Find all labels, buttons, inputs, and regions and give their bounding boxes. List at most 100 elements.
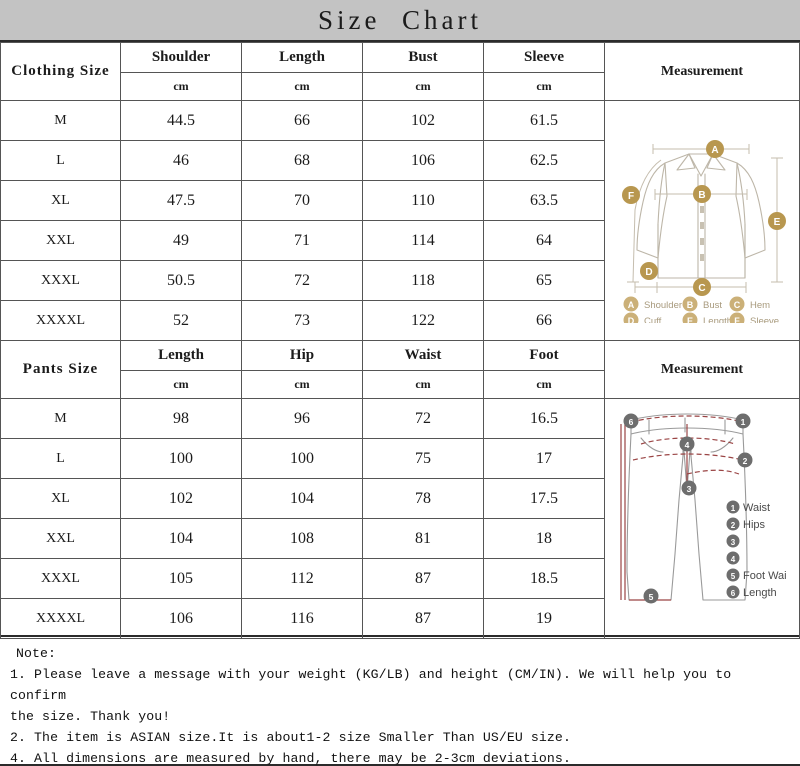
- pants-unit-length: cm: [120, 370, 242, 399]
- clothing-header-row: Clothing Size Shoulder Length Bust Sleev…: [0, 42, 800, 101]
- clothing-size-l: L: [0, 140, 121, 181]
- clothing-xxxxl-bust: 122: [362, 300, 484, 341]
- svg-text:E: E: [774, 217, 781, 228]
- pants-size-xxxxl: XXXXL: [0, 598, 121, 639]
- size-chart-sheet: Size Chart Clothing Size Shoulder Length…: [0, 0, 800, 766]
- pants-unit-foot: cm: [483, 370, 605, 399]
- clothing-measurement-label: Measurement: [604, 42, 800, 101]
- shirt-diagram-markers: A B C D E F: [622, 140, 786, 296]
- clothing-col-shoulder: Shoulder: [120, 42, 242, 73]
- svg-text:F: F: [734, 316, 740, 323]
- pants-measurement-diagram: 6 1 4 2 3 5 1 Waist 2 Hips 3 4 5 Foot Wa…: [604, 398, 800, 639]
- clothing-xl-sleeve: 63.5: [483, 180, 605, 221]
- svg-text:D: D: [645, 267, 652, 278]
- pants-xxxxl-length: 106: [120, 598, 242, 639]
- pants-col-waist: Waist: [362, 340, 484, 371]
- clothing-xxxl-sleeve: 65: [483, 260, 605, 301]
- shirt-diagram-svg: A B C D E F A Shoulder B Bust C Hem D Cu…: [622, 140, 786, 323]
- pants-xxxl-length: 105: [120, 558, 242, 599]
- svg-text:Cuff: Cuff: [644, 316, 662, 323]
- clothing-xl-bust: 110: [362, 180, 484, 221]
- pants-col-foot: Foot: [483, 340, 605, 371]
- clothing-m-bust: 102: [362, 100, 484, 141]
- pants-xl-length: 102: [120, 478, 242, 519]
- svg-text:2: 2: [743, 456, 748, 466]
- clothing-l-bust: 106: [362, 140, 484, 181]
- note-line-2: the size. Thank you!: [10, 709, 171, 724]
- svg-text:Waist: Waist: [743, 502, 770, 514]
- svg-text:Length: Length: [743, 587, 777, 599]
- pants-measurement-label: Measurement: [604, 340, 800, 399]
- note-line-4: 4. All dimensions are measured by hand, …: [10, 751, 571, 766]
- shirt-measurement-diagram: A B C D E F A Shoulder B Bust C Hem D Cu…: [604, 100, 800, 341]
- svg-text:Shoulder: Shoulder: [644, 300, 682, 311]
- clothing-size-xxl: XXL: [0, 220, 121, 261]
- pants-xxl-foot: 18: [483, 518, 605, 559]
- clothing-xxl-length: 71: [241, 220, 363, 261]
- clothing-unit-shoulder: cm: [120, 72, 242, 101]
- clothing-m-sleeve: 61.5: [483, 100, 605, 141]
- svg-text:1: 1: [731, 504, 736, 513]
- clothing-size-xl: XL: [0, 180, 121, 221]
- pants-xxxl-foot: 18.5: [483, 558, 605, 599]
- svg-text:C: C: [734, 300, 741, 310]
- pants-m-waist: 72: [362, 398, 484, 439]
- clothing-size-xxxl: XXXL: [0, 260, 121, 301]
- note-line-1: 1. Please leave a message with your weig…: [10, 667, 740, 703]
- svg-text:Length: Length: [703, 316, 732, 323]
- pants-size-l: L: [0, 438, 121, 479]
- clothing-unit-bust: cm: [362, 72, 484, 101]
- pants-l-waist: 75: [362, 438, 484, 479]
- pants-l-length: 100: [120, 438, 242, 479]
- svg-text:5: 5: [731, 572, 736, 581]
- svg-text:Hem: Hem: [750, 300, 770, 311]
- clothing-size-label: Clothing Size: [0, 42, 121, 101]
- pants-size-m: M: [0, 398, 121, 439]
- pants-col-hip: Hip: [241, 340, 363, 371]
- svg-text:2: 2: [731, 521, 736, 530]
- clothing-m-shoulder: 44.5: [120, 100, 242, 141]
- clothing-col-length: Length: [241, 42, 363, 73]
- pants-col-length: Length: [120, 340, 242, 371]
- svg-text:B: B: [698, 190, 705, 201]
- clothing-l-shoulder: 46: [120, 140, 242, 181]
- clothing-xxxxl-sleeve: 66: [483, 300, 605, 341]
- pants-m-foot: 16.5: [483, 398, 605, 439]
- pants-diagram-wrap: 6 1 4 2 3 5 1 Waist 2 Hips 3 4 5 Foot Wa…: [605, 404, 800, 634]
- clothing-size-xxxxl: XXXXL: [0, 300, 121, 341]
- clothing-l-length: 68: [241, 140, 363, 181]
- clothing-xxl-sleeve: 64: [483, 220, 605, 261]
- svg-text:5: 5: [649, 592, 654, 602]
- clothing-xxl-bust: 114: [362, 220, 484, 261]
- svg-text:Hips: Hips: [743, 519, 766, 531]
- pants-xxxxl-hip: 116: [241, 598, 363, 639]
- svg-text:Sleeve: Sleeve: [750, 316, 779, 323]
- pants-xl-waist: 78: [362, 478, 484, 519]
- svg-text:B: B: [687, 300, 694, 310]
- size-tables: Clothing Size Shoulder Length Bust Sleev…: [0, 40, 800, 639]
- chart-title-band: Size Chart: [0, 0, 800, 40]
- svg-text:6: 6: [629, 417, 634, 427]
- svg-text:A: A: [711, 145, 718, 156]
- pants-xxxxl-waist: 87: [362, 598, 484, 639]
- clothing-xl-shoulder: 47.5: [120, 180, 242, 221]
- pants-xl-foot: 17.5: [483, 478, 605, 519]
- pants-size-xxl: XXL: [0, 518, 121, 559]
- clothing-size-m: M: [0, 100, 121, 141]
- clothing-xl-length: 70: [241, 180, 363, 221]
- pants-l-foot: 17: [483, 438, 605, 479]
- clothing-xxxxl-length: 73: [241, 300, 363, 341]
- svg-text:6: 6: [731, 589, 736, 598]
- note-section: Note: 1. Please leave a message with you…: [0, 637, 800, 766]
- table-row: M 44.5 66 102 61.5 A B C D E F A Shoulde…: [0, 100, 800, 341]
- pants-header-row: Pants Size Length Hip Waist Foot Measure…: [0, 340, 800, 399]
- pants-diagram-legend: 1 Waist 2 Hips 3 4 5 Foot Wai 6 Length: [726, 500, 787, 599]
- clothing-l-sleeve: 62.5: [483, 140, 605, 181]
- clothing-xxxxl-shoulder: 52: [120, 300, 242, 341]
- clothing-xxl-shoulder: 49: [120, 220, 242, 261]
- svg-text:A: A: [628, 300, 635, 310]
- pants-xxl-length: 104: [120, 518, 242, 559]
- note-line-3: 2. The item is ASIAN size.It is about1-2…: [10, 730, 571, 745]
- clothing-xxxl-bust: 118: [362, 260, 484, 301]
- pants-m-hip: 96: [241, 398, 363, 439]
